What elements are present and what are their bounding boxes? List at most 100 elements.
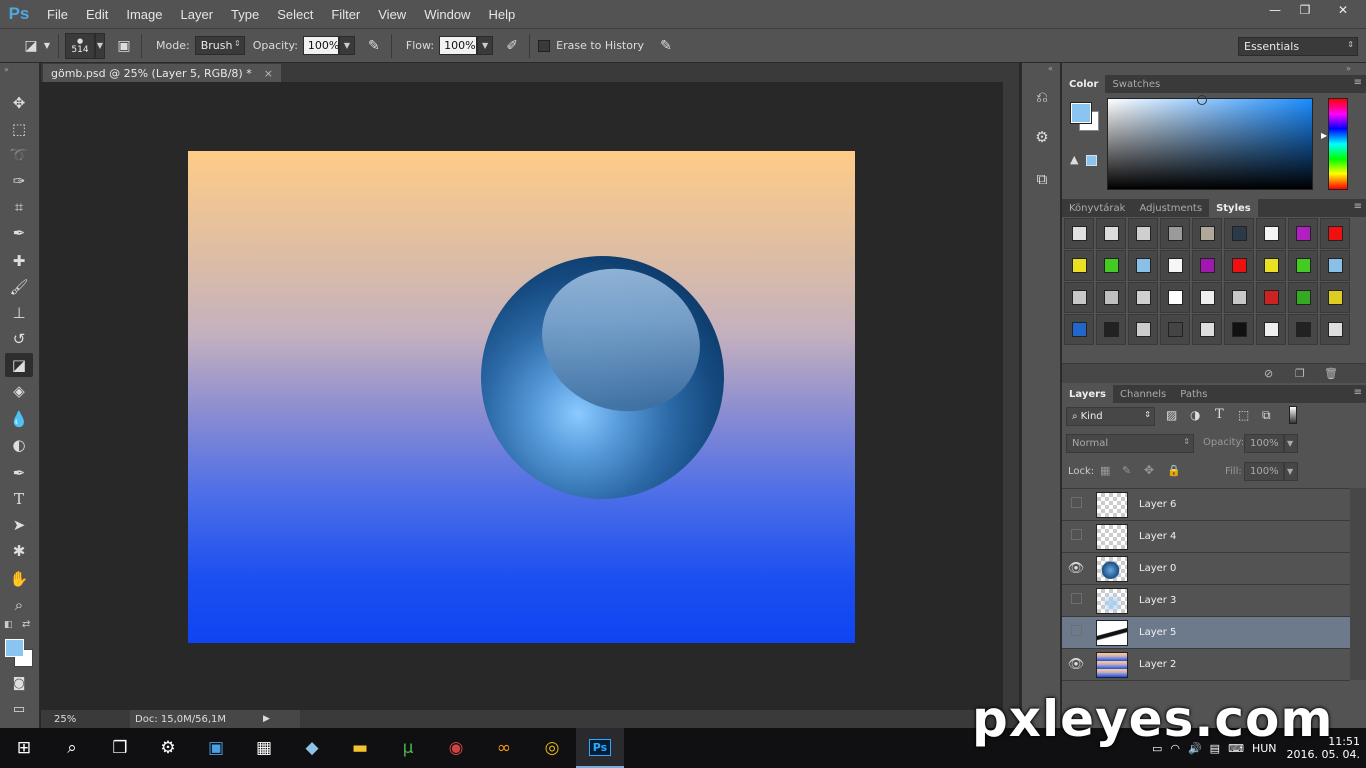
panel-menu-icon[interactable]: ≡ [1354,387,1362,398]
menu-filter[interactable]: Filter [322,7,369,22]
style-preset[interactable] [1096,282,1126,313]
style-preset[interactable] [1256,218,1286,249]
brush-size-picker[interactable]: ● 514 [65,32,95,59]
dodge-tool-icon[interactable]: ◐ [5,433,33,457]
style-preset[interactable] [1224,218,1254,249]
tab-layers[interactable]: Layers [1062,385,1113,403]
history-brush-tool-icon[interactable]: ↺ [5,327,33,351]
file-explorer-icon[interactable]: ▬ [336,728,384,768]
menu-select[interactable]: Select [268,7,322,22]
visibility-toggle[interactable] [1062,529,1090,544]
path-select-tool-icon[interactable]: ➤ [5,513,33,537]
tab-libraries[interactable]: Könyvtárak [1062,199,1132,217]
style-preset[interactable] [1192,218,1222,249]
foreground-color-swatch[interactable] [5,639,24,657]
new-style-icon[interactable]: ❐ [1295,367,1305,380]
marquee-tool-icon[interactable]: ⬚ [5,117,33,141]
layer-row[interactable]: Layer 4 [1062,521,1350,553]
opacity-arrow[interactable]: ▼ [338,36,355,55]
brush-tool-icon[interactable]: 🖌 [5,275,33,299]
tab-paths[interactable]: Paths [1173,385,1214,403]
style-preset[interactable] [1288,314,1318,345]
blur-tool-icon[interactable]: 💧 [5,407,33,431]
eraser-tool-icon[interactable]: ◪ [5,353,33,377]
style-preset[interactable] [1128,314,1158,345]
pressure-opacity-icon[interactable]: ✎ [363,35,385,57]
style-preset[interactable] [1320,314,1350,345]
menu-edit[interactable]: Edit [77,7,117,22]
close-tab-icon[interactable]: × [264,67,273,80]
visibility-toggle[interactable] [1062,497,1090,512]
foreground-color-swatch[interactable] [1070,102,1092,124]
zoom-tool-icon[interactable]: ⌕ [5,593,33,617]
doc-info[interactable]: Doc: 15,0M/56,1M [130,710,300,728]
vertical-scrollbar[interactable] [1003,82,1019,710]
fill-arrow[interactable]: ▼ [1284,462,1298,481]
pen-tool-icon[interactable]: ✒ [5,461,33,485]
lasso-tool-icon[interactable]: ➰ [5,143,33,167]
filter-shape-icon[interactable]: ⬚ [1238,408,1249,422]
visibility-toggle[interactable] [1062,593,1090,608]
style-preset[interactable] [1256,314,1286,345]
blend-mode-dropdown[interactable]: Normal ⇕ [1066,434,1194,453]
search-icon[interactable]: ⌕ [48,728,96,768]
swap-colors-icon[interactable]: ⇄ [22,619,30,630]
tab-swatches[interactable]: Swatches [1105,75,1167,93]
style-preset[interactable] [1256,282,1286,313]
layer-opacity-arrow[interactable]: ▼ [1284,434,1298,453]
layer-row[interactable]: Layer 6 [1062,489,1350,521]
flow-input[interactable]: 100% [439,36,478,55]
store-app-icon[interactable]: ◆ [288,728,336,768]
style-preset[interactable] [1064,218,1094,249]
visibility-toggle[interactable] [1062,625,1090,640]
style-preset[interactable] [1320,218,1350,249]
brush-presets-icon[interactable]: ⚙ [1030,125,1054,149]
layer-opacity-input[interactable]: 100% [1244,434,1284,453]
layer-row[interactable]: 👁 Layer 2 [1062,649,1350,681]
hand-tool-icon[interactable]: ✋ [5,567,33,591]
chevron-down-icon[interactable]: ▼ [42,35,52,57]
delete-style-icon[interactable]: 🗑 [1324,367,1338,380]
style-preset[interactable] [1064,282,1094,313]
style-preset[interactable] [1224,314,1254,345]
style-preset[interactable] [1064,250,1094,281]
tab-styles[interactable]: Styles [1209,199,1258,217]
eraser-preset-icon[interactable]: ◪ [20,35,42,57]
clear-style-icon[interactable]: ⊘ [1264,367,1273,380]
hue-slider[interactable] [1328,98,1348,190]
menu-image[interactable]: Image [117,7,171,22]
erase-history-checkbox[interactable] [538,39,551,52]
paint-bucket-tool-icon[interactable]: ◈ [5,379,33,403]
history-panel-icon[interactable]: ⎌ [1030,85,1054,109]
style-preset[interactable] [1128,250,1158,281]
style-preset[interactable] [1320,250,1350,281]
filter-smart-object-icon[interactable]: ⧉ [1262,408,1271,423]
fill-input[interactable]: 100% [1244,462,1284,481]
collapse-icon[interactable]: » [1346,64,1351,73]
lock-pixels-icon[interactable]: ✎ [1122,464,1131,477]
layer-row[interactable]: 👁 Layer 0 [1062,553,1350,585]
style-preset[interactable] [1160,314,1190,345]
hue-slider-arrow-icon[interactable]: ▶ [1321,131,1327,140]
lock-position-icon[interactable]: ✥ [1144,463,1154,477]
mode-dropdown[interactable]: Brush ⇕ [194,36,245,55]
lock-all-icon[interactable]: 🔒 [1167,464,1181,477]
style-preset[interactable] [1224,250,1254,281]
menu-view[interactable]: View [369,7,415,22]
chrome-icon[interactable]: ◎ [528,728,576,768]
style-preset[interactable] [1288,250,1318,281]
move-tool-icon[interactable]: ✥ [5,91,33,115]
brush-picker-arrow[interactable]: ▼ [95,32,105,59]
filter-type-icon[interactable]: T [1215,407,1224,422]
panel-menu-icon[interactable]: ≡ [1354,77,1362,88]
color-spectrum[interactable] [1107,95,1313,190]
filter-toggle[interactable] [1289,406,1297,424]
style-preset[interactable] [1192,250,1222,281]
style-preset[interactable] [1256,250,1286,281]
explorer-app-icon[interactable]: ▣ [192,728,240,768]
status-menu-arrow-icon[interactable]: ▶ [263,714,270,724]
opacity-input[interactable]: 100% [302,36,339,55]
pressure-size-icon[interactable]: ✎ [655,35,677,57]
shape-tool-icon[interactable]: ✱ [5,539,33,563]
stamp-tool-icon[interactable]: ⊥ [5,301,33,325]
